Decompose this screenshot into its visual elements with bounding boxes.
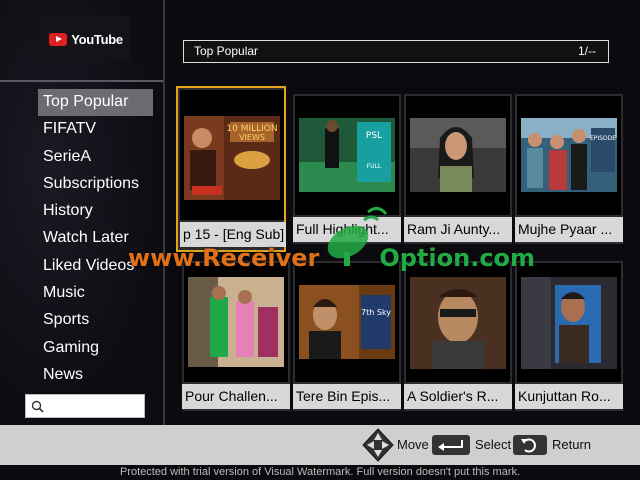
hint-move: Move — [397, 437, 429, 452]
video-thumbnail: EPISODE — [517, 96, 621, 215]
video-thumbnail-image — [188, 277, 284, 367]
video-tile[interactable]: A Soldier's R... — [404, 261, 512, 411]
video-thumbnail: PSL FULL — [295, 96, 399, 215]
video-tile[interactable]: 7th Sky Tere Bin Epis... — [293, 261, 401, 411]
video-thumbnail: 10 MILLION VIEWS — [180, 90, 284, 220]
video-thumbnail — [184, 263, 288, 382]
video-title: Pour Challen... — [182, 384, 290, 409]
page-indicator: 1/-- — [578, 44, 596, 58]
video-thumbnail-image — [521, 277, 617, 369]
svg-text:FULL: FULL — [367, 163, 382, 170]
video-tile[interactable]: EPISODE Mujhe Pyaar ... — [515, 94, 623, 244]
video-thumbnail-image — [410, 277, 506, 369]
video-thumbnail-image: EPISODE — [521, 118, 617, 192]
video-thumbnail-image: PSL FULL — [299, 118, 395, 192]
svg-text:7th Sky: 7th Sky — [361, 308, 391, 317]
menu-item-gaming[interactable]: Gaming — [38, 335, 153, 362]
hint-select: Select — [475, 437, 512, 452]
video-thumbnail — [406, 263, 510, 382]
video-thumbnail: 7th Sky — [295, 263, 399, 382]
sidebar: YouTube Top Popular FIFATV SerieA Subscr… — [0, 0, 165, 425]
return-icon — [513, 435, 547, 455]
video-title: Kunjuttan Ro... — [515, 384, 623, 409]
youtube-play-icon — [49, 32, 68, 46]
trial-watermark-notice: Protected with trial version of Visual W… — [0, 465, 640, 480]
video-thumbnail — [406, 96, 510, 215]
section-header: Top Popular 1/-- — [183, 40, 609, 63]
menu-item-watch-later[interactable]: Watch Later — [38, 225, 153, 252]
menu-item-music[interactable]: Music — [38, 280, 153, 307]
footer-bar: Move Select Return — [0, 425, 640, 465]
video-tile[interactable]: Ram Ji Aunty... — [404, 94, 512, 244]
video-title: A Soldier's R... — [404, 384, 512, 409]
menu-item-subscriptions[interactable]: Subscriptions — [38, 171, 153, 198]
menu-item-top-popular[interactable]: Top Popular — [38, 89, 153, 117]
menu-item-sports[interactable]: Sports — [38, 307, 153, 334]
video-title: Ram Ji Aunty... — [404, 217, 512, 242]
menu-item-history[interactable]: History — [38, 198, 153, 225]
search-icon — [31, 400, 44, 413]
app-name: YouTube — [71, 31, 123, 47]
video-title: Mujhe Pyaar ... — [515, 217, 623, 242]
video-tile[interactable]: Kunjuttan Ro... — [515, 261, 623, 411]
video-tile[interactable]: PSL FULL Full Highlight... — [293, 94, 401, 244]
section-title: Top Popular — [194, 44, 259, 58]
divider — [0, 80, 163, 82]
menu-item-fifatv[interactable]: FIFATV — [38, 116, 153, 143]
hint-return: Return — [552, 437, 592, 452]
menu-item-seriea[interactable]: SerieA — [38, 144, 153, 171]
svg-text:EPISODE: EPISODE — [590, 135, 616, 142]
video-title: p 15 - [Eng Sub] — [180, 222, 286, 247]
category-menu: Top Popular FIFATV SerieA Subscriptions … — [38, 89, 153, 389]
menu-item-news[interactable]: News — [38, 362, 153, 389]
svg-text:PSL: PSL — [366, 131, 382, 141]
video-title: Full Highlight... — [293, 217, 401, 242]
search-input[interactable] — [25, 394, 145, 418]
svg-text:VIEWS: VIEWS — [239, 133, 265, 142]
video-thumbnail-image — [410, 118, 506, 192]
enter-icon — [432, 435, 470, 455]
video-thumbnail-image: 10 MILLION VIEWS — [184, 116, 280, 200]
video-title: Tere Bin Epis... — [293, 384, 401, 409]
video-tile[interactable]: Pour Challen... — [182, 261, 290, 411]
video-tile[interactable]: 10 MILLION VIEWS p 15 - [Eng Sub] — [176, 86, 286, 252]
dpad-icon — [362, 428, 394, 462]
youtube-logo: YouTube — [42, 16, 130, 62]
video-thumbnail — [517, 263, 621, 382]
video-thumbnail-image: 7th Sky — [299, 285, 395, 359]
menu-item-liked-videos[interactable]: Liked Videos — [38, 253, 153, 280]
